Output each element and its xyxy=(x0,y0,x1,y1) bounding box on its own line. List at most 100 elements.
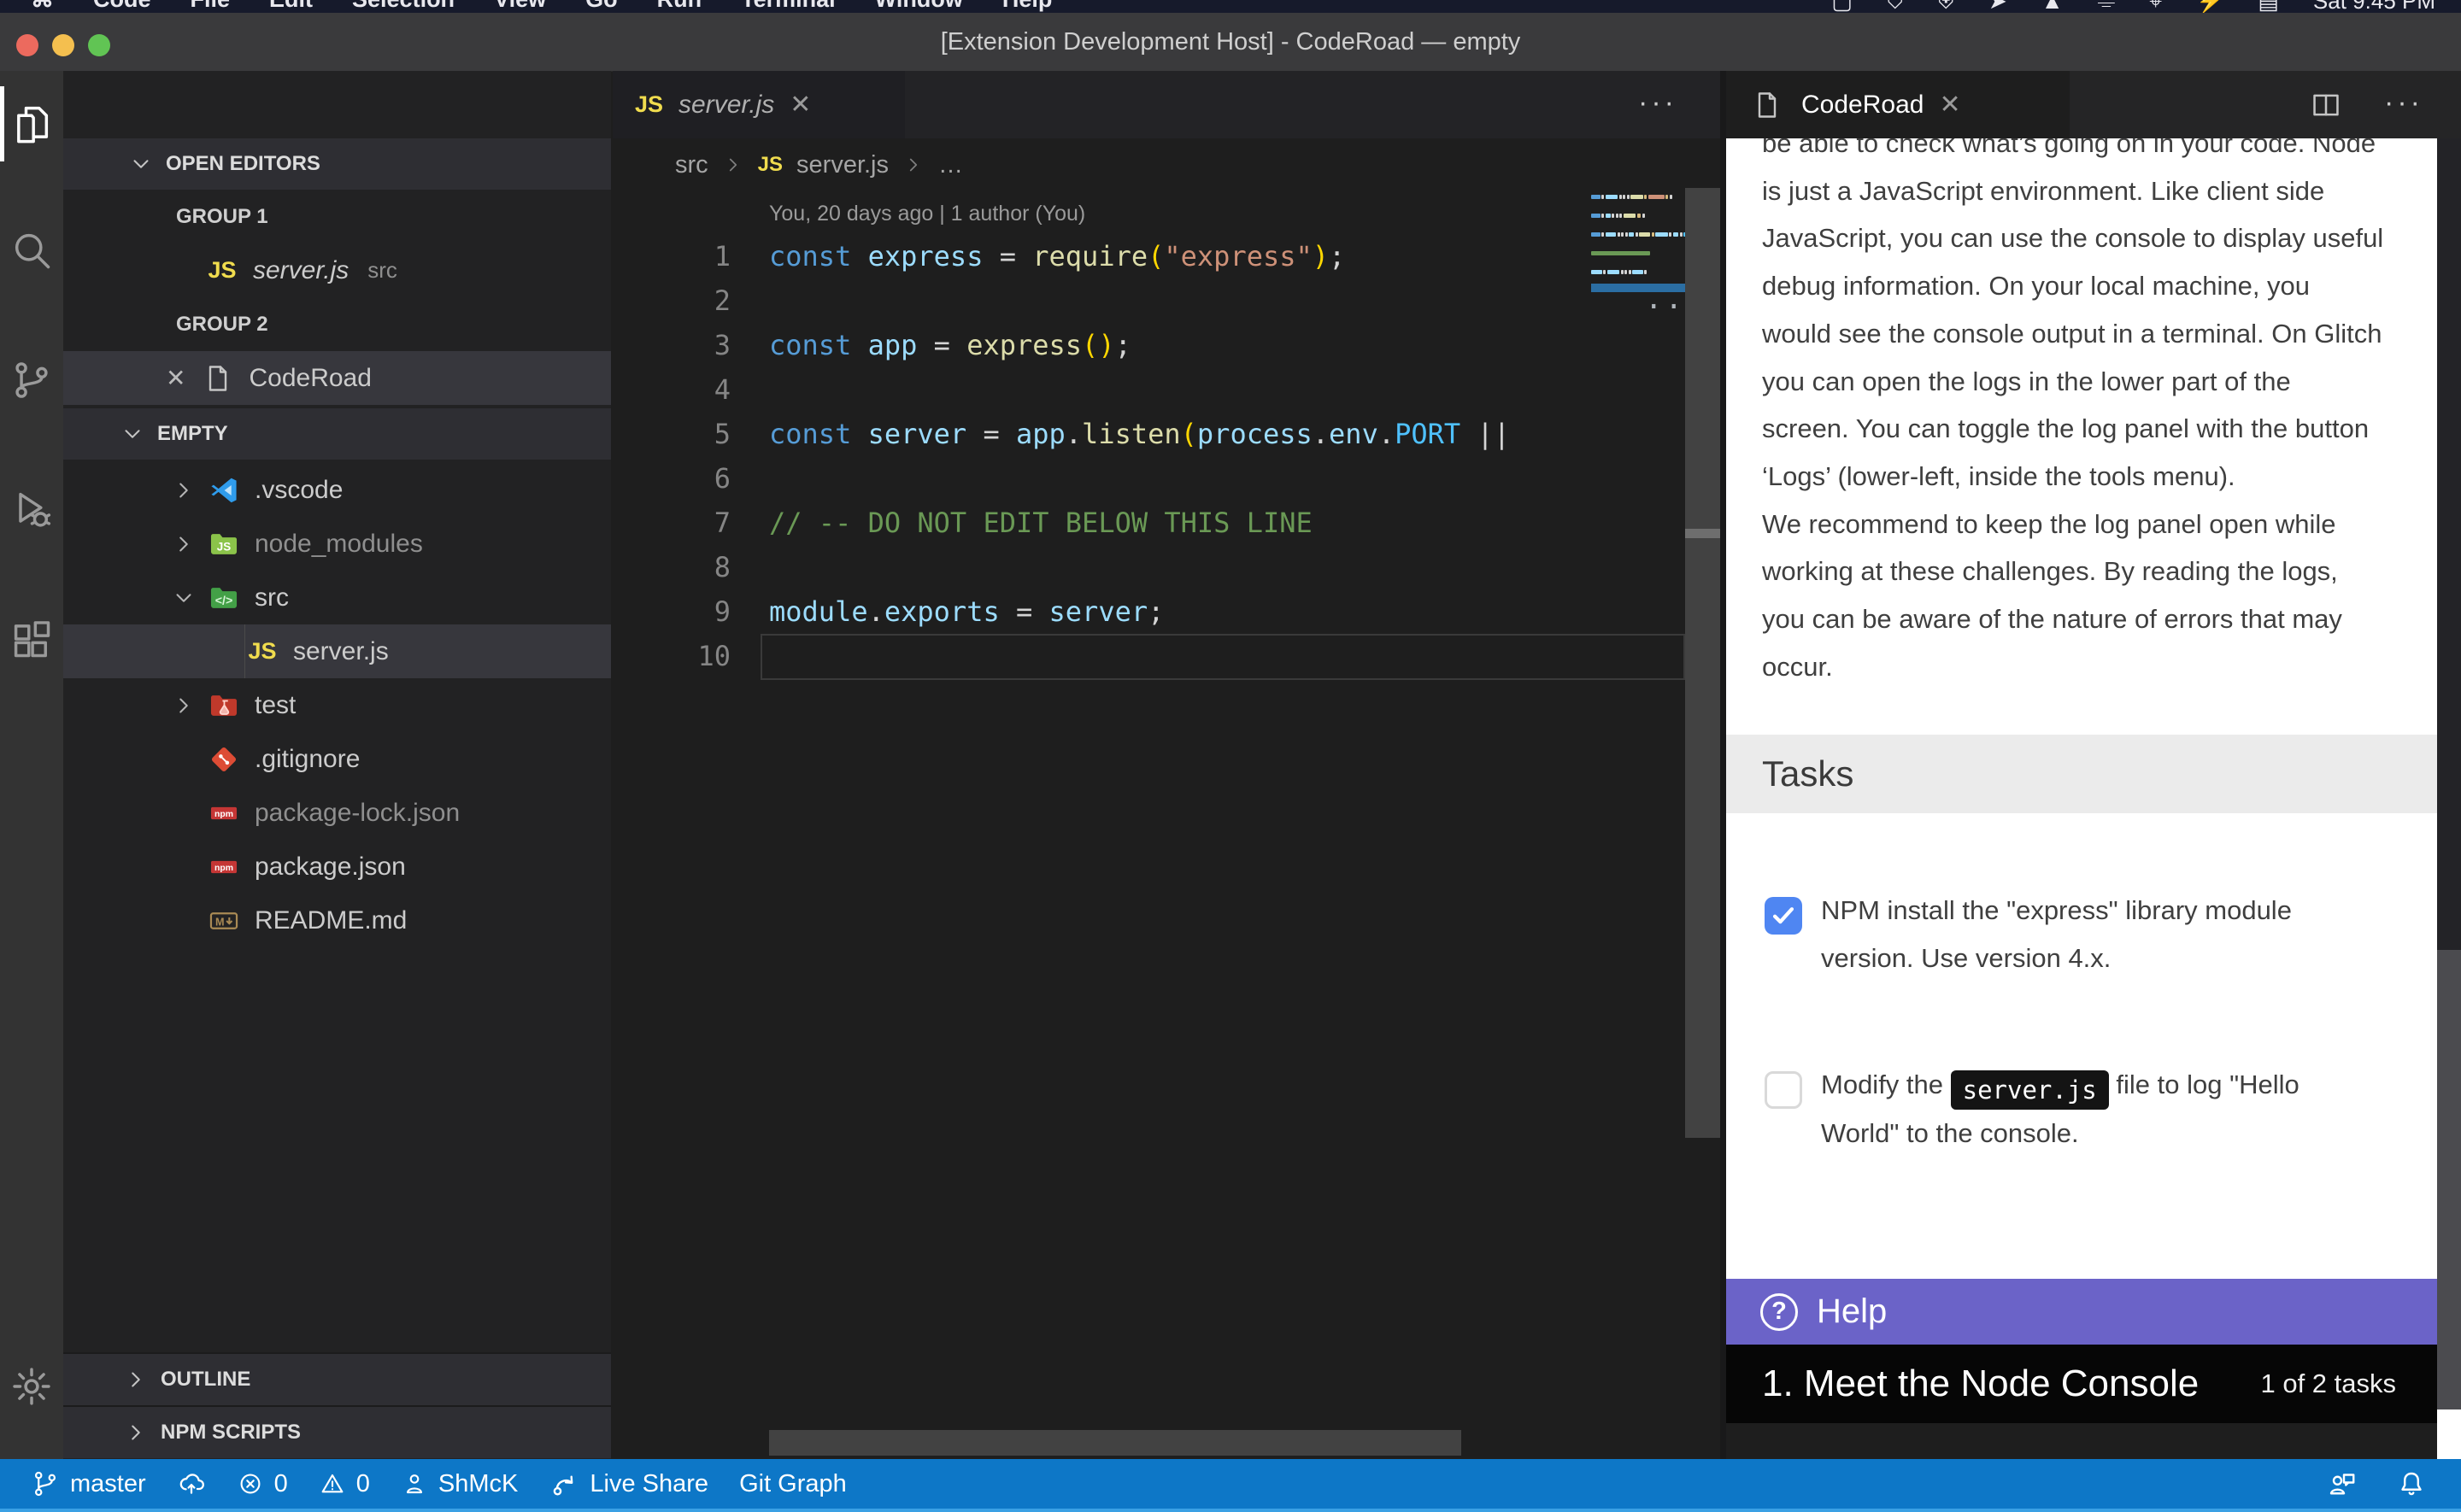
code-line-7[interactable]: 7// -- DO NOT EDIT BELOW THIS LINE xyxy=(613,501,1685,545)
menubar-status-icon[interactable]: ⛨ xyxy=(1937,0,1954,13)
breadcrumb-item[interactable]: src xyxy=(675,151,708,179)
tree-item-package.json[interactable]: npmpackage.json xyxy=(63,840,611,894)
menubar-status-icon[interactable]: ➤ xyxy=(1988,0,2007,13)
help-section[interactable]: ? Help xyxy=(1726,1279,2437,1345)
code-line-3[interactable]: 3const app = express(); xyxy=(613,323,1685,367)
svg-text:</>: </> xyxy=(215,594,233,607)
status-sync[interactable] xyxy=(177,1469,206,1498)
editor-scrollbar[interactable] xyxy=(1685,188,1720,1138)
activity-search-icon[interactable] xyxy=(0,208,63,293)
folder-src-icon: </> xyxy=(205,579,243,617)
editor-more-actions-icon[interactable]: ··· xyxy=(1638,86,1677,120)
coderoad-more-actions-icon[interactable]: ··· xyxy=(2384,86,2423,120)
webview-scrollbar-thumb[interactable] xyxy=(2437,950,2461,1409)
activity-extensions-icon[interactable] xyxy=(0,596,63,682)
menubar-status-icon[interactable]: ▢ xyxy=(1831,0,1853,13)
close-tab-icon[interactable]: ✕ xyxy=(790,90,811,120)
code-line-9[interactable]: 9module.exports = server; xyxy=(613,589,1685,634)
editor-group-divider[interactable] xyxy=(1720,71,1726,1459)
tree-item-package-lock.json[interactable]: npmpackage-lock.json xyxy=(63,786,611,840)
tab-coderoad[interactable]: CodeRoad ✕ xyxy=(1726,71,2070,138)
code-line-5[interactable]: 5const server = app.listen(process.env.P… xyxy=(613,412,1685,456)
status-master[interactable]: master xyxy=(31,1469,146,1498)
tree-item-node_modules[interactable]: JSnode_modules xyxy=(63,517,611,571)
code-text: const express = require("express"); xyxy=(769,234,1345,278)
status-0[interactable]: 0 xyxy=(237,1470,288,1498)
breadcrumb-item[interactable]: server.js xyxy=(796,151,889,179)
open-editors-group-label[interactable]: GROUP 2 xyxy=(63,297,611,351)
status-0[interactable]: 0 xyxy=(319,1470,370,1498)
code-line-6[interactable]: 6 xyxy=(613,456,1685,501)
code-line-8[interactable]: 8 xyxy=(613,545,1685,589)
minimap[interactable] xyxy=(1591,191,1685,294)
menubar-status-icon[interactable]: ⚡ xyxy=(2196,0,2223,13)
tree-item-label: src xyxy=(255,583,289,612)
chevron-right-icon[interactable] xyxy=(171,693,205,718)
close-editor-icon[interactable]: ✕ xyxy=(166,364,185,392)
status-live-share[interactable]: Live Share xyxy=(549,1468,708,1499)
current-line-highlight xyxy=(761,634,1685,680)
tree-item-test[interactable]: test xyxy=(63,678,611,732)
indent-guide xyxy=(244,624,245,678)
activity-explorer-icon[interactable] xyxy=(0,81,63,167)
section-folder-empty[interactable]: EMPTY xyxy=(63,408,611,460)
tree-item-src[interactable]: </> src xyxy=(63,571,611,624)
paragraph-line: ‘Logs’ (lower-left, inside the tools men… xyxy=(1762,461,2411,492)
chevron-down-icon[interactable] xyxy=(171,585,205,611)
webview-scrollbar-track[interactable] xyxy=(2437,138,2461,950)
open-editor-item-server.js[interactable]: JSserver.jssrc xyxy=(63,243,611,297)
menubar-status-icon[interactable]: ⌯ xyxy=(2098,0,2116,13)
codelens-annotation[interactable]: You, 20 days ago | 1 author (You) xyxy=(769,202,1085,226)
chevron-right-icon[interactable] xyxy=(171,478,205,503)
breadcrumb[interactable]: srcJSserver.js… xyxy=(613,138,1783,191)
tree-item-readme.md[interactable]: MREADME.md xyxy=(63,894,611,947)
tree-item-.vscode[interactable]: .vscode xyxy=(63,463,611,517)
menu-item-help[interactable]: Help xyxy=(1002,0,1053,13)
horizontal-scrollbar[interactable] xyxy=(769,1430,1461,1456)
open-editors-group-label[interactable]: GROUP 1 xyxy=(63,190,611,243)
close-tab-icon[interactable]: ✕ xyxy=(1939,90,1960,120)
tree-item-label: server.js xyxy=(293,637,389,666)
task-checkbox-2[interactable] xyxy=(1765,1071,1802,1109)
menubar-status-icon[interactable]: ⛉ xyxy=(1887,0,1904,13)
section-open-editors[interactable]: OPEN EDITORS xyxy=(63,138,611,190)
menu-item-terminal[interactable]: Terminal xyxy=(741,0,836,13)
activity-source-control-icon[interactable] xyxy=(0,337,63,423)
line-number: 8 xyxy=(658,545,731,589)
lesson-progress: 1 of 2 tasks xyxy=(2260,1368,2396,1399)
section-npm-scripts[interactable]: NPM SCRIPTS xyxy=(63,1405,611,1458)
section-outline[interactable]: OUTLINE xyxy=(63,1352,611,1405)
menubar-status-icon[interactable]: ▤ xyxy=(2258,0,2279,13)
menubar-status-icon[interactable]: ▲ xyxy=(2041,0,2064,13)
menu-item-window[interactable]: Window xyxy=(875,0,963,13)
menu-item-edit[interactable]: Edit xyxy=(269,0,313,13)
git-icon xyxy=(205,741,243,778)
breadcrumb-item[interactable]: … xyxy=(938,151,963,179)
menu-item-file[interactable]: File xyxy=(191,0,231,13)
status-bell-icon[interactable] xyxy=(2396,1468,2427,1499)
status-shmck[interactable]: ShMcK xyxy=(401,1470,518,1498)
menu-item-go[interactable]: Go xyxy=(585,0,618,13)
code-line-4[interactable]: 4 xyxy=(613,367,1685,412)
tree-item-server.js[interactable]: JSserver.js xyxy=(63,624,611,678)
apple-menu[interactable]: ⌘ xyxy=(31,0,54,13)
scrollbar-handle[interactable] xyxy=(1685,529,1720,538)
menu-item-run[interactable]: Run xyxy=(657,0,702,13)
split-editor-icon[interactable] xyxy=(2307,86,2345,124)
status-feedback-icon[interactable] xyxy=(2326,1468,2357,1499)
menubar-status-icon[interactable]: ⌖ xyxy=(2149,0,2162,13)
code-line-2[interactable]: 2 xyxy=(613,278,1685,323)
activity-run-debug-icon[interactable] xyxy=(0,466,63,552)
status-git-graph[interactable]: Git Graph xyxy=(739,1470,847,1498)
tab-server-js[interactable]: JS server.js ✕ xyxy=(613,71,905,138)
menu-item-view[interactable]: View xyxy=(494,0,546,13)
chevron-right-icon[interactable] xyxy=(171,531,205,557)
task-checkbox-1[interactable] xyxy=(1765,897,1802,935)
activity-settings-icon[interactable] xyxy=(0,1344,63,1429)
code-line-1[interactable]: 1const express = require("express"); xyxy=(613,234,1685,278)
open-editor-item-coderoad[interactable]: ✕CodeRoad xyxy=(63,351,611,405)
menu-item-selection[interactable]: Selection xyxy=(352,0,455,13)
menu-item-code[interactable]: Code xyxy=(93,0,151,13)
tree-item-.gitignore[interactable]: .gitignore xyxy=(63,732,611,786)
help-icon: ? xyxy=(1760,1293,1798,1331)
